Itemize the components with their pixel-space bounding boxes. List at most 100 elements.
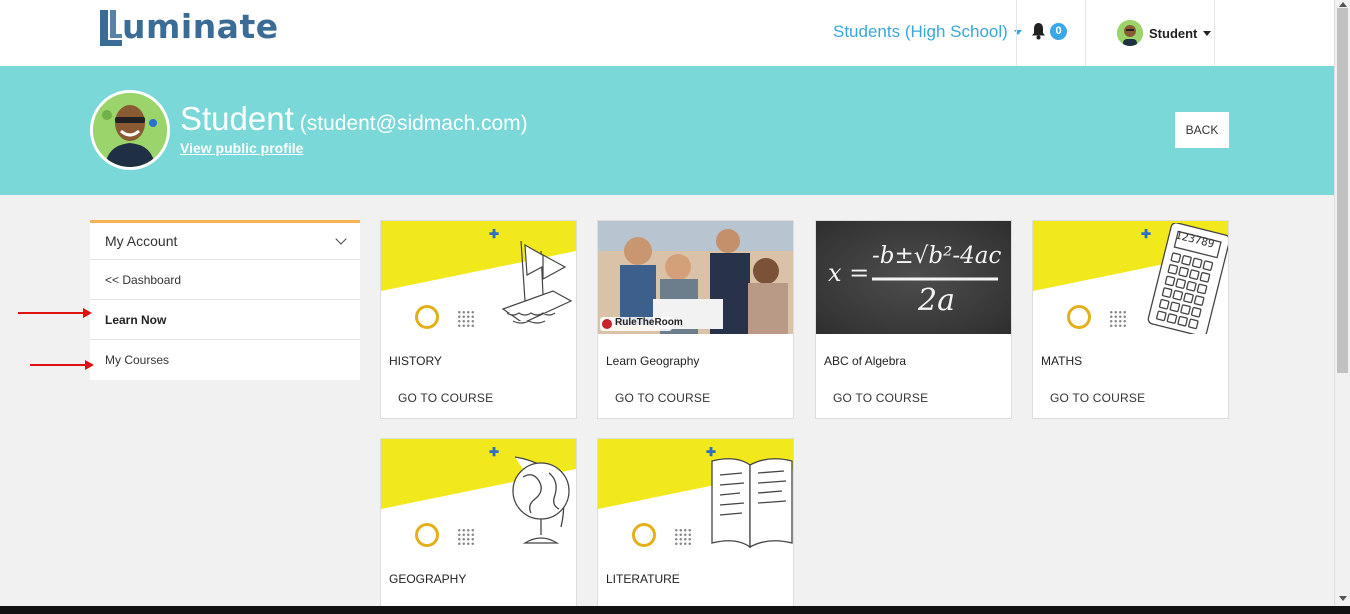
top-navbar: uminate Students (High School) 0 Student <box>0 0 1334 66</box>
globe-icon <box>512 456 570 544</box>
user-menu-dropdown[interactable]: Student <box>1117 20 1212 46</box>
notification-count-badge: 0 <box>1050 22 1067 40</box>
bell-icon <box>1032 23 1045 40</box>
scroll-thumb[interactable] <box>1337 8 1348 373</box>
sidebar-item-label: << Dashboard <box>105 272 182 287</box>
luminate-logo[interactable]: uminate <box>98 4 279 48</box>
course-image: ✚ <box>381 439 576 552</box>
calculator-key <box>1169 301 1181 313</box>
calculator-key <box>1202 260 1214 271</box>
notifications-button[interactable]: 0 <box>1030 22 1067 40</box>
calculator-key <box>1156 310 1167 322</box>
calculator-key <box>1158 298 1170 310</box>
nav-divider <box>1016 0 1017 66</box>
sidebar-item-my-courses[interactable]: My Courses <box>90 340 360 380</box>
dot-grid-decoration <box>457 528 475 546</box>
book-icon <box>711 458 793 549</box>
course-image: x = -b±√b²-4ac 2a <box>816 221 1011 334</box>
plus-icon: ✚ <box>489 445 500 459</box>
course-title: ABC of Algebra <box>824 354 907 368</box>
course-title: LITERATURE <box>606 572 680 586</box>
go-to-course-link[interactable]: GO TO COURSE <box>615 391 710 405</box>
calculator-key <box>1186 280 1197 292</box>
audience-label: Students (High School) <box>833 22 1008 41</box>
calculator-key <box>1199 272 1211 283</box>
calculator-key <box>1170 252 1182 263</box>
calculator-key <box>1191 257 1203 269</box>
calculator-key <box>1166 313 1178 324</box>
course-card-history[interactable]: ✚ HISTORY GO TO COURSE <box>380 220 577 419</box>
nav-divider <box>1085 0 1086 66</box>
ring-decoration <box>632 523 656 547</box>
chevron-down-icon <box>335 233 347 245</box>
calculator-key <box>1193 295 1205 306</box>
annotation-arrow-icon <box>30 360 94 370</box>
course-title: GEOGRAPHY <box>389 572 467 586</box>
calculator-key <box>1196 283 1208 295</box>
profile-banner: Student (student@sidmach.com) View publi… <box>0 66 1334 195</box>
calculator-key <box>1190 306 1202 318</box>
profile-heading: Student (student@sidmach.com) <box>180 100 528 138</box>
course-card-abc-of-algebra[interactable]: x = -b±√b²-4ac 2a ABC of Algebra GO TO C… <box>815 220 1012 419</box>
formula-denominator: 2a <box>918 283 955 318</box>
go-to-course-link[interactable]: GO TO COURSE <box>1050 391 1145 405</box>
formula-numerator: -b±√b²-4ac <box>872 243 1002 269</box>
course-title: MATHS <box>1041 354 1083 368</box>
course-image: ✚ <box>381 221 576 334</box>
sidebar-item-learn-now[interactable]: Learn Now <box>90 300 360 340</box>
caret-down-icon <box>1203 30 1212 36</box>
shipwreck-icon <box>501 240 573 324</box>
course-card-maths[interactable]: ✚ 123789 MATHS GO TO COURSE <box>1032 220 1229 419</box>
sidebar-item-dashboard[interactable]: << Dashboard <box>90 260 360 300</box>
calculator-key <box>1183 292 1194 304</box>
dot-grid-decoration <box>674 528 692 546</box>
go-to-course-link[interactable]: GO TO COURSE <box>398 391 493 405</box>
ring-decoration <box>415 305 439 329</box>
calculator-key <box>1188 318 1199 330</box>
sidebar-heading: My Account <box>105 233 178 249</box>
logo-text: uminate <box>122 6 279 46</box>
calculator-key <box>1180 304 1191 315</box>
ring-decoration <box>415 523 439 547</box>
calculator-key <box>1172 289 1184 301</box>
account-sidebar: My Account << Dashboard Learn Now My Cou… <box>90 220 360 380</box>
calculator-key <box>1181 255 1192 266</box>
sidebar-item-label: My Courses <box>105 353 170 367</box>
formula-left: x = <box>828 259 870 287</box>
fraction-bar <box>872 277 998 281</box>
course-image: ✚ <box>598 439 793 552</box>
back-button[interactable]: BACK <box>1175 112 1229 148</box>
calculator-key <box>1175 278 1186 289</box>
calculator-key <box>1177 315 1188 327</box>
course-title: Learn Geography <box>606 354 700 368</box>
user-label: Student <box>1149 25 1198 41</box>
rule-the-room-watermark: RuleTheRoom <box>615 317 683 328</box>
course-card-literature[interactable]: ✚ LITERATURE <box>597 438 794 614</box>
calculator-key <box>1167 264 1179 275</box>
calculator-key <box>1161 287 1173 298</box>
scroll-up-icon[interactable] <box>1339 2 1347 7</box>
user-avatar <box>1117 20 1143 46</box>
bottom-edge-bar <box>0 606 1350 614</box>
profile-email: (student@sidmach.com) <box>299 112 528 135</box>
dot-grid-decoration <box>457 310 475 328</box>
dot-grid-decoration <box>1109 310 1127 328</box>
course-title: HISTORY <box>389 354 442 368</box>
annotation-arrow-icon <box>18 308 92 318</box>
logo-mark-icon <box>100 10 122 46</box>
scroll-down-icon[interactable] <box>1339 596 1347 601</box>
vertical-scrollbar[interactable] <box>1334 0 1350 606</box>
course-image: RuleTheRoom <box>598 221 793 334</box>
sidebar-item-label: Learn Now <box>105 312 167 327</box>
calculator-key <box>1188 269 1200 280</box>
audience-dropdown[interactable]: Students (High School) <box>833 22 1022 42</box>
my-account-toggle[interactable]: My Account <box>90 223 360 260</box>
go-to-course-link[interactable]: GO TO COURSE <box>833 391 928 405</box>
view-public-profile-link[interactable]: View public profile <box>180 140 303 156</box>
profile-name: Student <box>180 100 294 137</box>
nav-divider <box>1214 0 1215 66</box>
course-card-geography[interactable]: ✚ GEOGRAPHY <box>380 438 577 614</box>
profile-avatar <box>90 90 170 170</box>
course-card-learn-geography[interactable]: RuleTheRoom Learn Geography GO TO COURSE <box>597 220 794 419</box>
calculator-key <box>1178 266 1189 278</box>
